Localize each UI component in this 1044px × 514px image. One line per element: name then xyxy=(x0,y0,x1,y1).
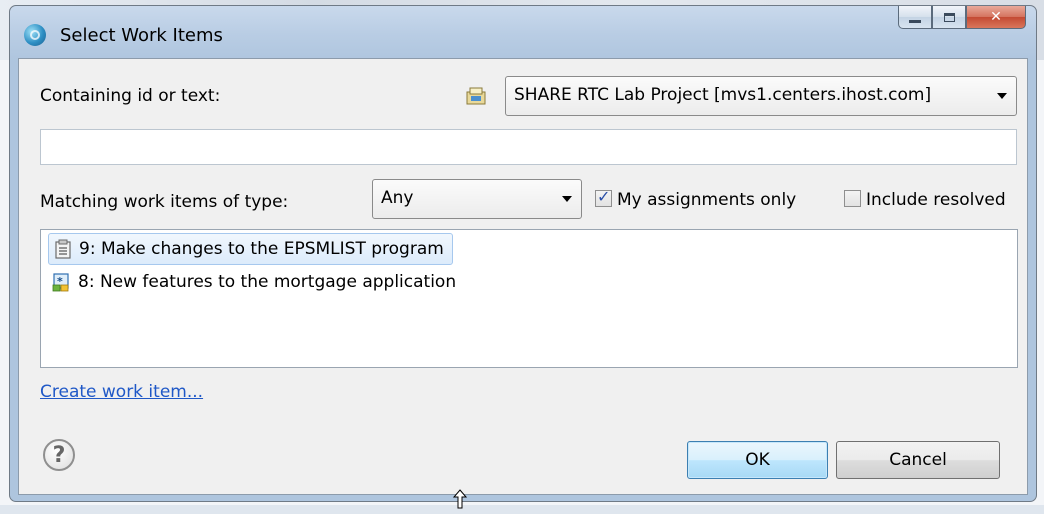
close-button[interactable]: ✕ xyxy=(966,6,1026,29)
ok-button[interactable]: OK xyxy=(687,441,828,479)
app-icon xyxy=(24,24,46,46)
type-label: Matching work items of type: xyxy=(40,192,289,212)
my-assignments-label[interactable]: My assignments only xyxy=(617,190,796,210)
chevron-down-icon xyxy=(997,93,1007,99)
story-icon: * xyxy=(52,273,69,292)
cancel-button[interactable]: Cancel xyxy=(836,441,1000,479)
repository-select-value: SHARE RTC Lab Project [mvs1.centers.ihos… xyxy=(514,85,932,105)
window-title: Select Work Items xyxy=(60,25,223,46)
list-item-label: 9: Make changes to the EPSMLIST program xyxy=(79,239,444,259)
type-select-value: Any xyxy=(381,188,414,208)
list-item-label: 8: New features to the mortgage applicat… xyxy=(78,272,457,292)
include-resolved-checkbox[interactable] xyxy=(844,190,861,207)
repository-select[interactable]: SHARE RTC Lab Project [mvs1.centers.ihos… xyxy=(505,76,1017,116)
checkmark-icon: ✓ xyxy=(597,187,611,206)
dialog-window: Select Work Items ✕ Containing id or tex… xyxy=(9,5,1037,502)
my-assignments-checkbox[interactable]: ✓ xyxy=(595,187,612,207)
repository-icon xyxy=(466,87,486,105)
create-work-item-link[interactable]: Create work item... xyxy=(40,382,203,402)
close-icon: ✕ xyxy=(990,9,1002,25)
title-bar[interactable]: Select Work Items ✕ xyxy=(10,6,1036,58)
window-controls: ✕ xyxy=(898,6,1026,30)
list-item[interactable]: 9: Make changes to the EPSMLIST program xyxy=(48,233,453,265)
background-window-bottom xyxy=(0,505,1044,514)
minimize-button[interactable] xyxy=(898,6,932,29)
resize-cursor-icon xyxy=(452,489,468,509)
type-select[interactable]: Any xyxy=(372,179,582,219)
minimize-icon xyxy=(909,19,921,23)
results-list[interactable]: 9: Make changes to the EPSMLIST program … xyxy=(40,229,1018,368)
chevron-down-icon xyxy=(562,196,572,202)
list-item[interactable]: * 8: New features to the mortgage applic… xyxy=(48,266,456,298)
help-icon: ? xyxy=(52,442,66,468)
containing-label: Containing id or text: xyxy=(40,86,221,106)
task-icon xyxy=(55,239,71,259)
maximize-icon xyxy=(943,12,955,22)
help-button[interactable]: ? xyxy=(43,439,75,471)
dialog-content: Containing id or text: SHARE RTC Lab Pro… xyxy=(18,58,1028,495)
maximize-button[interactable] xyxy=(932,6,966,29)
include-resolved-label[interactable]: Include resolved xyxy=(866,190,1006,210)
search-input[interactable] xyxy=(40,129,1017,165)
